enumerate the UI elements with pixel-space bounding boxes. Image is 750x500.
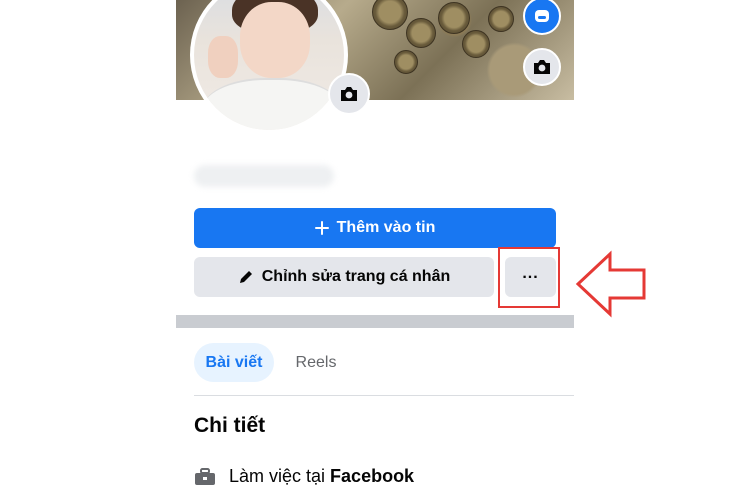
- cover-coin-decoration: [462, 30, 490, 58]
- profile-avatar[interactable]: [190, 0, 370, 134]
- tab-reels[interactable]: Reels: [286, 343, 346, 382]
- cover-badge-button[interactable]: [523, 0, 561, 35]
- tab-posts-label: Bài viết: [205, 353, 263, 371]
- cover-coin-decoration: [488, 6, 514, 32]
- plus-icon: [314, 221, 329, 235]
- camera-icon: [534, 60, 550, 74]
- tabs-separator: [194, 395, 574, 396]
- profile-name-redacted: [194, 165, 334, 187]
- section-divider: [176, 315, 574, 328]
- cover-coin-decoration: [406, 18, 436, 48]
- cover-camera-button[interactable]: [523, 48, 561, 86]
- avatar-photo: [194, 0, 344, 130]
- cover-coin-decoration: [394, 50, 418, 74]
- avatar-camera-button[interactable]: [328, 73, 370, 115]
- work-place[interactable]: Facebook: [330, 466, 414, 487]
- details-title: Chi tiết: [194, 414, 266, 437]
- briefcase-icon: [194, 467, 216, 487]
- add-story-label: Thêm vào tin: [336, 219, 436, 236]
- messenger-avatar-icon: [535, 10, 549, 22]
- pencil-icon: [238, 269, 254, 285]
- annotation-arrow-icon: [575, 250, 646, 318]
- camera-icon: [341, 87, 357, 101]
- edit-profile-label: Chỉnh sửa trang cá nhân: [261, 268, 451, 285]
- work-detail-item: Làm việc tại Facebook: [194, 466, 414, 487]
- cover-coin-decoration: [438, 2, 470, 34]
- cover-coin-decoration: [372, 0, 408, 30]
- tab-reels-label: Reels: [295, 353, 337, 371]
- annotation-highlight-box: [498, 247, 560, 308]
- work-prefix: Làm việc tại: [229, 466, 326, 486]
- add-story-button[interactable]: Thêm vào tin: [194, 208, 556, 248]
- tab-posts[interactable]: Bài viết: [194, 343, 274, 382]
- avatar-photo-shirt: [202, 78, 342, 130]
- edit-profile-button[interactable]: Chỉnh sửa trang cá nhân: [194, 257, 494, 297]
- avatar-photo-hand: [208, 36, 238, 78]
- avatar-photo-face: [240, 2, 310, 78]
